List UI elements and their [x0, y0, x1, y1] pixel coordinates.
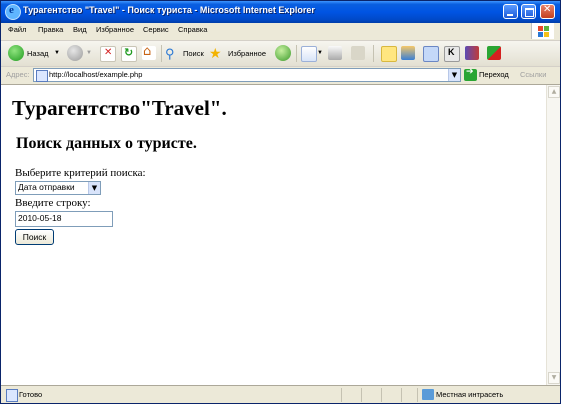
status-separator: [381, 388, 382, 402]
menu-bar: Файл Правка Вид Избранное Сервис Справка: [1, 23, 560, 41]
k-icon[interactable]: K: [444, 46, 460, 62]
toolbar-separator: [296, 45, 297, 62]
go-button-label[interactable]: Переход: [479, 70, 509, 79]
forward-dropdown-icon[interactable]: ▼: [86, 44, 92, 63]
mail-icon[interactable]: [301, 46, 317, 62]
address-dropdown-icon[interactable]: ▼: [448, 69, 460, 81]
go-arrow-icon[interactable]: [464, 67, 477, 81]
extension-icon[interactable]: [465, 46, 479, 60]
criteria-select[interactable]: Дата отправки ▼: [15, 181, 101, 195]
address-label: Адрес:: [6, 70, 30, 79]
messenger-icon[interactable]: [401, 46, 415, 60]
address-url[interactable]: http://localhost/example.php: [49, 70, 142, 79]
windows-flag-icon: [531, 23, 554, 39]
address-input[interactable]: http://localhost/example.php ▼: [33, 68, 461, 82]
vertical-scrollbar[interactable]: ▲ ▼: [546, 85, 560, 385]
page-subheading: Поиск данных о туристе.: [16, 135, 197, 152]
menu-help[interactable]: Справка: [178, 25, 207, 34]
page-done-icon: [6, 389, 18, 402]
minimize-button[interactable]: [503, 4, 518, 19]
chevron-down-icon[interactable]: ▼: [88, 182, 100, 194]
menu-file[interactable]: Файл: [8, 25, 26, 34]
edit-icon[interactable]: [351, 46, 365, 60]
search-string-input[interactable]: 2010-05-18: [15, 211, 113, 227]
toolbar-separator: [373, 45, 374, 62]
status-separator: [341, 388, 342, 402]
menu-edit[interactable]: Правка: [38, 25, 63, 34]
home-icon[interactable]: ⌂: [142, 44, 156, 60]
scroll-down-icon[interactable]: ▼: [548, 372, 560, 384]
status-separator: [417, 388, 418, 402]
status-separator: [401, 388, 402, 402]
page-icon: [36, 70, 48, 82]
search-icon[interactable]: ⚲: [165, 44, 175, 63]
research-icon[interactable]: [423, 46, 439, 62]
status-text: Готово: [19, 390, 43, 399]
menu-tools[interactable]: Сервис: [143, 25, 169, 34]
criteria-selected-value: Дата отправки: [18, 182, 75, 192]
mail-dropdown-icon[interactable]: ▼: [317, 44, 323, 63]
history-icon[interactable]: [275, 45, 291, 61]
favorites-button-label[interactable]: Избранное: [228, 44, 266, 63]
toolbar: Назад ▼ ▼ ✕ ↻ ⌂ ⚲ Поиск ★ Избранное ▼ K: [1, 41, 560, 67]
status-separator: [361, 388, 362, 402]
toolbar-separator: [161, 45, 162, 62]
refresh-icon[interactable]: ↻: [121, 46, 137, 62]
page-heading: Турагентство"Travel".: [12, 96, 227, 120]
address-bar: Адрес: http://localhost/example.php ▼ Пе…: [1, 67, 560, 85]
scroll-up-icon[interactable]: ▲: [548, 86, 560, 98]
intranet-zone-icon: [422, 389, 434, 400]
search-button[interactable]: Поиск: [15, 229, 54, 245]
ie-logo-icon: e: [5, 4, 21, 20]
back-arrow-icon[interactable]: [8, 45, 24, 61]
page-content: Турагентство"Travel". Поиск данных о тур…: [1, 85, 546, 385]
antivirus-icon[interactable]: [487, 46, 501, 60]
favorites-star-icon[interactable]: ★: [209, 44, 222, 63]
note-icon[interactable]: [381, 46, 397, 62]
print-icon[interactable]: [328, 46, 342, 60]
browser-window: e Турагентство "Travel" - Поиск туриста …: [0, 0, 561, 404]
back-dropdown-icon[interactable]: ▼: [54, 44, 60, 63]
menu-view[interactable]: Вид: [73, 25, 87, 34]
status-bar: Готово Местная интрасеть: [1, 385, 560, 403]
title-bar[interactable]: e Турагентство "Travel" - Поиск туриста …: [1, 1, 560, 23]
string-label: Введите строку:: [15, 197, 91, 209]
criteria-label: Выберите критерий поиска:: [15, 167, 146, 179]
back-button-label[interactable]: Назад: [27, 44, 49, 63]
security-zone: Местная интрасеть: [436, 390, 504, 399]
search-button-label[interactable]: Поиск: [183, 44, 204, 63]
close-button[interactable]: [540, 4, 555, 19]
maximize-button[interactable]: [521, 4, 536, 19]
menu-favorites[interactable]: Избранное: [96, 25, 134, 34]
stop-icon[interactable]: ✕: [100, 46, 116, 62]
forward-arrow-icon[interactable]: [67, 45, 83, 61]
links-button[interactable]: Ссылки: [520, 70, 546, 79]
window-title: Турагентство "Travel" - Поиск туриста - …: [23, 5, 315, 15]
